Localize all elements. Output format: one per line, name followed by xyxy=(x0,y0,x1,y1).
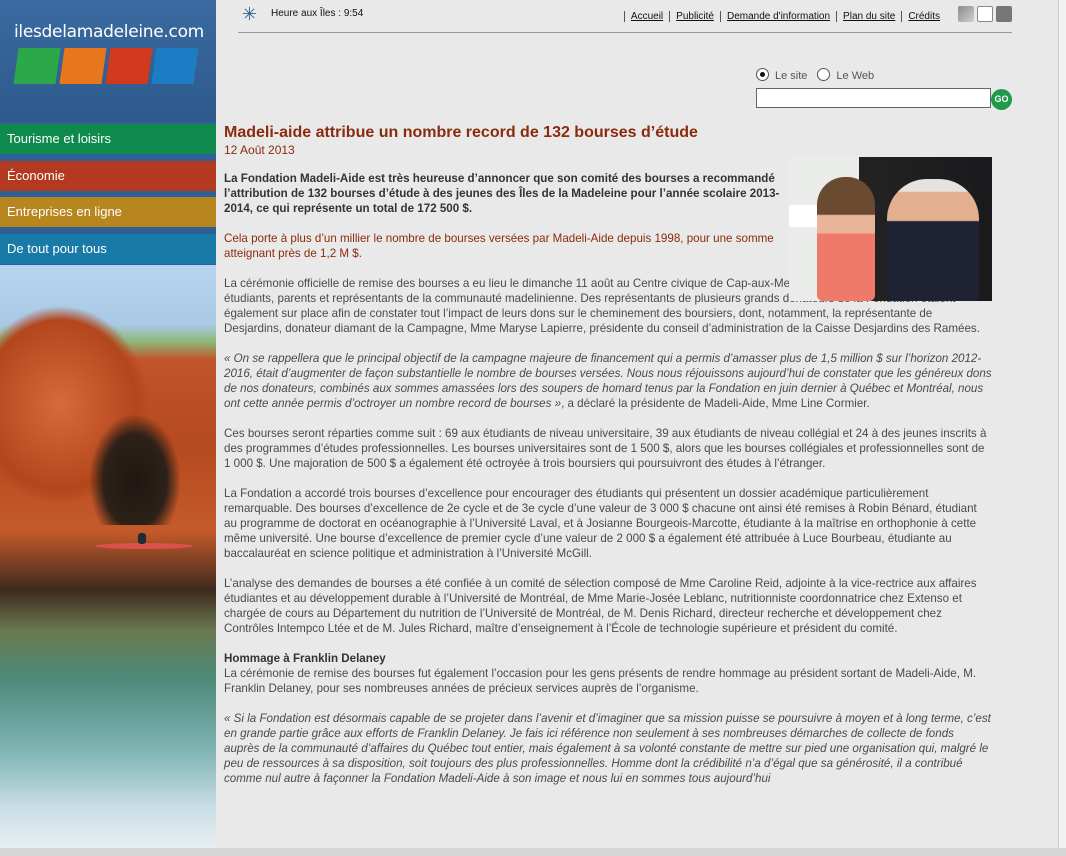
article-subhead: Hommage à Franklin Delaney xyxy=(224,652,386,665)
sea-cave-shape xyxy=(90,415,180,525)
link-plan-du-site[interactable]: Plan du site xyxy=(836,11,902,22)
nav-item-de-tout[interactable]: De tout pour tous xyxy=(0,234,216,264)
page-tools xyxy=(955,6,1012,24)
article-quote-paragraph: « On se rappellera que le principal obje… xyxy=(224,351,992,411)
nav-item-economie[interactable]: Économie xyxy=(0,161,216,191)
logo-text: ilesdelamadeleine.com xyxy=(14,22,204,42)
link-accueil[interactable]: Accueil xyxy=(623,11,670,22)
article-paragraph: Ces bourses seront réparties comme suit … xyxy=(224,427,987,470)
search-area: Le site Le Web GO xyxy=(756,66,1016,110)
photo-woman xyxy=(817,177,875,301)
radio-le-site[interactable] xyxy=(756,68,769,81)
radio-le-web[interactable] xyxy=(817,68,831,81)
article: Madeli-aide attribue un nombre record de… xyxy=(224,124,992,801)
top-bar: ✳ Heure aux Îles : 9:54 Accueil Publicité… xyxy=(238,0,1012,33)
horizontal-scrollbar[interactable] xyxy=(0,848,1066,856)
vertical-scrollbar[interactable] xyxy=(1058,0,1066,848)
article-title: Madeli-aide attribue un nombre record de… xyxy=(224,124,698,141)
sidebar: ilesdelamadeleine.com Tourisme et loisir… xyxy=(0,0,216,856)
nav-item-tourisme[interactable]: Tourisme et loisirs xyxy=(0,124,216,154)
nav-item-entreprises[interactable]: Entreprises en ligne xyxy=(0,197,216,227)
print-icon[interactable] xyxy=(996,6,1012,22)
logo-flag-red-boat xyxy=(105,48,153,84)
site-logo[interactable]: ilesdelamadeleine.com xyxy=(0,0,216,122)
radio-le-site-label: Le site xyxy=(775,70,808,82)
link-credits[interactable]: Crédits xyxy=(901,11,946,22)
kayaker-shape xyxy=(138,533,146,544)
logo-flag-orange-sun xyxy=(59,48,107,84)
search-input[interactable] xyxy=(756,88,991,108)
sun-spinner-icon: ✳ xyxy=(242,4,258,24)
article-quote: « Si la Fondation est désormais capable … xyxy=(224,712,991,785)
text-size-icon[interactable] xyxy=(958,6,974,22)
document-icon[interactable] xyxy=(977,6,993,22)
top-links: Accueil Publicité Demande d'information Pla… xyxy=(623,11,946,22)
article-photo xyxy=(789,157,992,301)
article-quote-attribution: , a déclaré la présidente de Madeli-Aide… xyxy=(561,397,870,410)
link-demande-information[interactable]: Demande d'information xyxy=(719,11,837,22)
article-paragraph: La cérémonie de remise des bourses fut é… xyxy=(224,667,977,695)
photo-man xyxy=(887,179,979,301)
kayak-shape xyxy=(95,543,193,549)
radio-le-web-label: Le Web xyxy=(836,70,875,82)
link-publicite[interactable]: Publicité xyxy=(669,11,720,22)
article-section: Hommage à Franklin Delaney La cérémonie d… xyxy=(224,651,992,696)
article-paragraph: L’analyse des demandes de bourses a été … xyxy=(224,577,977,635)
island-clock: Heure aux Îles : 9:54 xyxy=(271,8,364,19)
go-button[interactable]: GO xyxy=(991,89,1012,110)
article-paragraph: La Fondation a accordé trois bourses d’e… xyxy=(224,487,977,560)
logo-flag-blue-fish xyxy=(151,48,199,84)
logo-flag-green-face xyxy=(13,48,61,84)
sidebar-landscape-photo xyxy=(0,265,216,856)
article-date: 12 Août 2013 xyxy=(224,143,295,157)
